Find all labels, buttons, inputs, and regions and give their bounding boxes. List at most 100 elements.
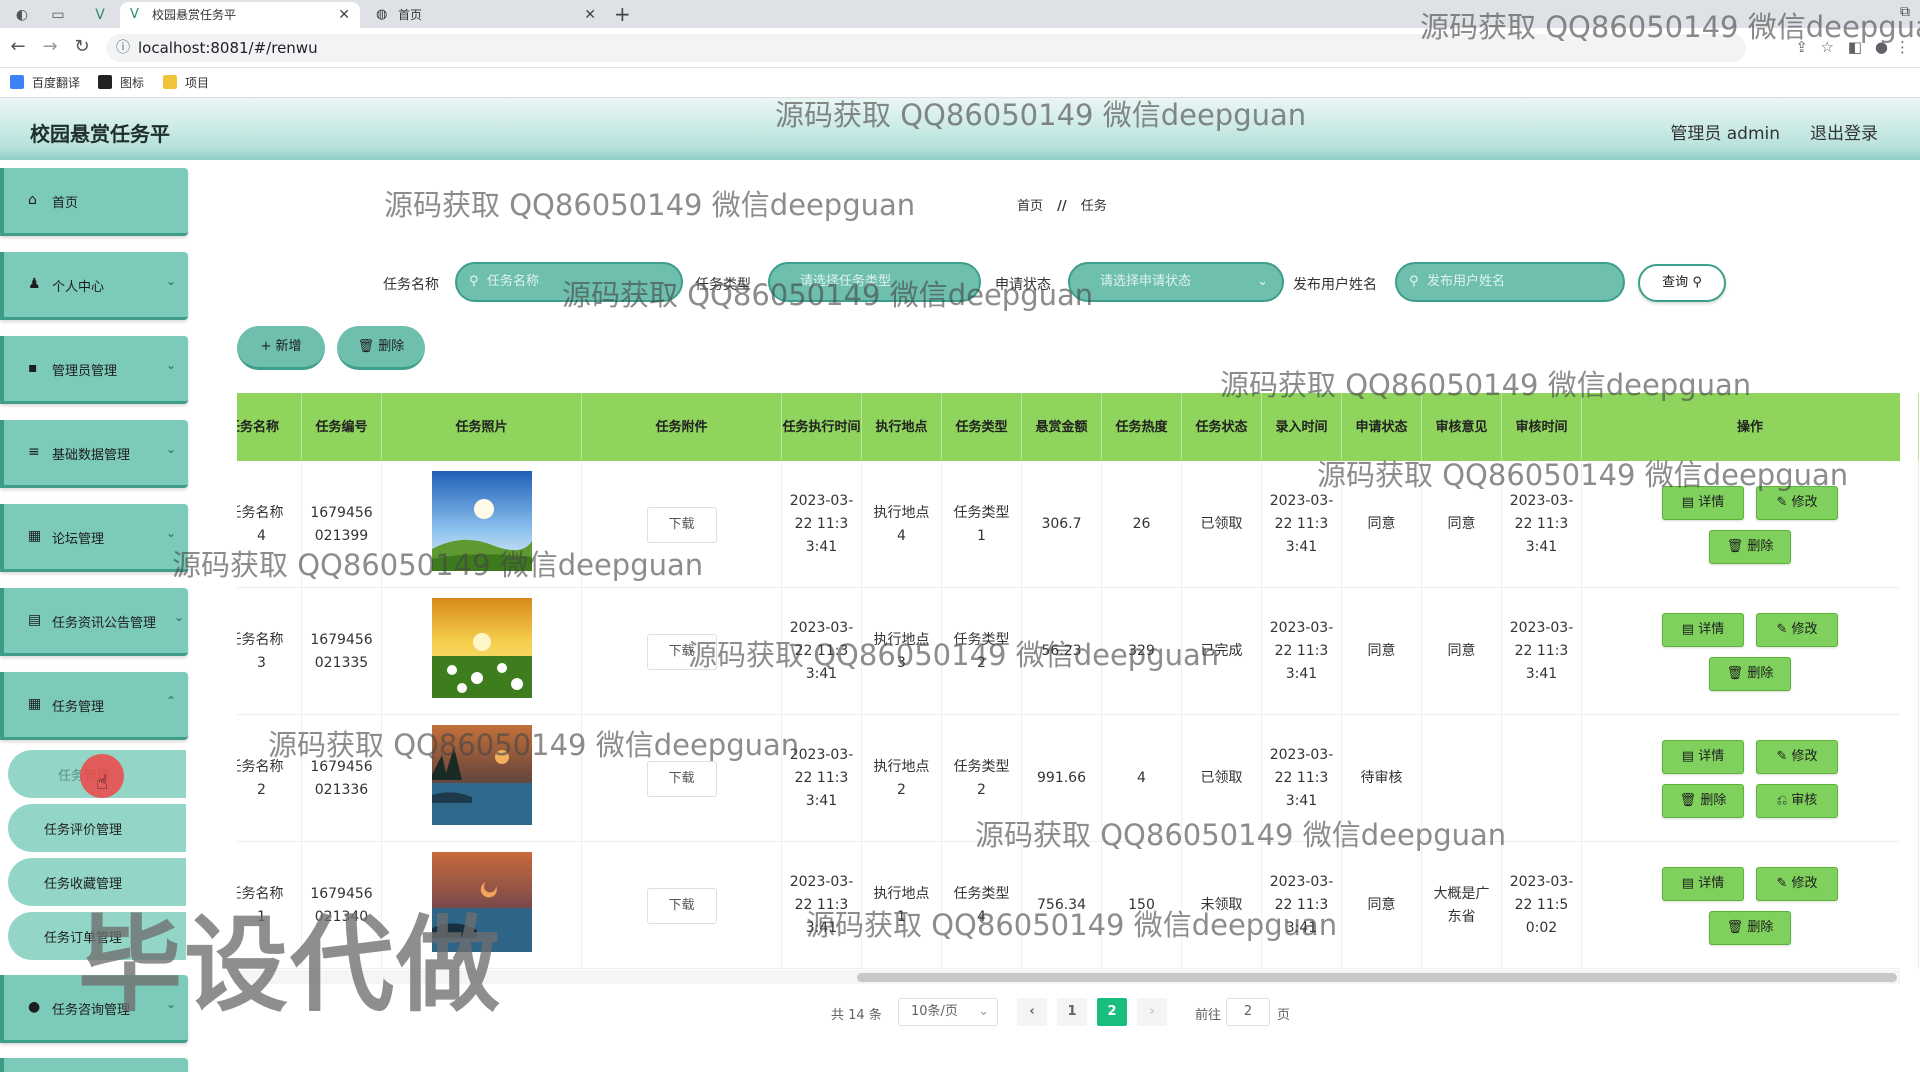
cell-apply-status-text: 同意 — [1367, 516, 1396, 532]
prev-page-button[interactable]: ‹ — [1017, 998, 1047, 1026]
cell-review-time — [1502, 715, 1582, 842]
bookmark-item[interactable]: 百度翻译 — [10, 74, 80, 92]
vue-tab-icon[interactable]: V — [88, 4, 112, 26]
cell-heat-text: 26 — [1132, 516, 1151, 532]
sidebar-item-tasks[interactable]: ▦ 任务管理 ⌃ — [0, 672, 188, 740]
detail-button[interactable]: ▤ 详情 — [1662, 739, 1744, 774]
edit-button[interactable]: ✎ 修改 — [1756, 612, 1838, 647]
logout-link[interactable]: 退出登录 — [1810, 119, 1878, 144]
next-page-button[interactable]: › — [1137, 998, 1167, 1026]
chevron-down-icon: ⌄ — [165, 358, 176, 372]
user-icon: ♟ — [28, 276, 41, 292]
cell-task-photo — [382, 588, 582, 715]
sidebar-item-home[interactable]: ⌂ 首页 — [0, 168, 188, 236]
column-header: 任务照片 — [382, 393, 582, 461]
edit-button[interactable]: ✎ 修改 — [1756, 866, 1838, 901]
add-button[interactable]: + 新增 — [237, 326, 325, 370]
cell-opinion: 同意 — [1422, 588, 1502, 715]
scrollbar-thumb[interactable] — [857, 973, 1897, 982]
edit-label: 修改 — [1791, 494, 1818, 510]
delete-button[interactable]: 🗑 删除 — [1709, 529, 1791, 564]
sidebar-item-forum[interactable]: ▦ 论坛管理 ⌄ — [0, 504, 188, 572]
cell-attachment: 下载 — [582, 842, 782, 969]
task-name-label: 任务名称 — [383, 277, 439, 293]
detail-icon: ▤ — [1681, 875, 1699, 891]
chat-icon: ▪ — [28, 360, 38, 376]
pin-icon: ● — [28, 999, 41, 1015]
bookmark-item[interactable]: 图标 — [98, 74, 144, 92]
search-icon: ⚲ — [469, 274, 479, 289]
folder-icon — [163, 75, 177, 89]
goto-page-input[interactable]: 2 — [1226, 998, 1270, 1026]
cell-exec-time-text: 2023-03-22 11:33:41 — [789, 493, 854, 555]
sidebar-sub-task-review[interactable]: 任务评价管理 — [8, 804, 186, 852]
app-title: 校园悬赏任务平 — [30, 122, 170, 146]
new-tab-icon[interactable]: + — [614, 2, 631, 26]
reload-icon[interactable]: ↻ — [70, 36, 94, 57]
watermark: 源码获取 QQ86050149 微信deepguan — [384, 188, 916, 222]
cell-amount-text: 991.66 — [1037, 770, 1086, 786]
globe-icon: ◍ — [376, 7, 388, 22]
publisher-name-input[interactable]: ⚲ 发布用户姓名 — [1395, 262, 1625, 302]
edit-label: 修改 — [1791, 748, 1818, 764]
page-2-button[interactable]: 2 — [1097, 998, 1127, 1026]
edit-button[interactable]: ✎ 修改 — [1756, 739, 1838, 774]
delete-button[interactable]: 🗑 删除 — [1709, 910, 1791, 945]
row-actions: ▤ 详情 ✎ 修改 🗑 删除 ⎌ 审核 — [1660, 739, 1840, 818]
bookmark-item[interactable]: 项目 — [163, 74, 209, 92]
tab-mini-1[interactable]: ▭ — [46, 4, 70, 26]
sidebar-item-more[interactable] — [0, 1058, 188, 1072]
row-actions: ▤ 详情 ✎ 修改 🗑 删除 — [1660, 866, 1840, 945]
column-header: 执行地点 — [862, 393, 942, 461]
query-button[interactable]: 查询 ⚲ — [1638, 264, 1726, 302]
close-icon[interactable]: ✕ — [338, 2, 350, 28]
page-size-select[interactable]: 10条/页 ⌄ — [898, 998, 998, 1026]
review-button[interactable]: ⎌ 审核 — [1756, 783, 1838, 818]
column-header: 任务执行时间 — [782, 393, 862, 461]
cell-exec-time: 2023-03-22 11:33:41 — [782, 461, 862, 588]
back-icon[interactable]: ← — [6, 36, 30, 57]
stamp-watermark: 毕设代做 — [78, 904, 503, 1026]
detail-button[interactable]: ▤ 详情 — [1662, 612, 1744, 647]
cell-task-code-text: 1679456021335 — [310, 631, 373, 671]
cell-task-name-text: 任务名称4 — [237, 504, 284, 544]
close-icon[interactable]: ✕ — [584, 2, 596, 28]
tab-app[interactable]: V 校园悬赏任务平 ✕ — [120, 2, 360, 28]
vue-favicon-icon: V — [130, 7, 139, 22]
batch-delete-button[interactable]: 🗑 删除 — [337, 326, 425, 370]
search-icon: ⚲ — [1692, 275, 1702, 290]
cell-task-name-text: 任务名称3 — [237, 631, 284, 671]
watermark: 源码获取 QQ86050149 微信deepguan — [1220, 368, 1752, 402]
apply-status-select[interactable]: 请选择申请状态 ⌄ — [1068, 262, 1284, 302]
tab-group-icon[interactable]: ◐ — [10, 4, 34, 26]
delete-button[interactable]: 🗑 删除 — [1662, 783, 1744, 818]
tab-home[interactable]: ◍ 首页 ✕ — [366, 2, 606, 28]
page-1-button[interactable]: 1 — [1057, 998, 1087, 1026]
edit-label: 修改 — [1791, 875, 1818, 891]
sidebar-item-basedata[interactable]: ≡ 基础数据管理 ⌄ — [0, 420, 188, 488]
info-icon: ⓘ — [116, 40, 130, 56]
cell-review-time: 2023-03-22 11:33:41 — [1502, 588, 1582, 715]
edit-icon: ✎ — [1776, 621, 1792, 637]
cell-type: 任务类型1 — [942, 461, 1022, 588]
grid-icon: ▦ — [28, 528, 42, 544]
review-icon: ⎌ — [1776, 792, 1792, 808]
cell-created-text: 2023-03-22 11:33:41 — [1269, 493, 1334, 555]
detail-button[interactable]: ▤ 详情 — [1662, 866, 1744, 901]
detail-label: 详情 — [1698, 875, 1725, 891]
task-photo-image[interactable] — [431, 597, 532, 706]
delete-button[interactable]: 🗑 删除 — [1709, 656, 1791, 691]
download-button[interactable]: 下载 — [646, 506, 717, 543]
forward-icon[interactable]: → — [38, 36, 62, 57]
grid-icon: ▦ — [28, 696, 42, 712]
sidebar-item-news[interactable]: ▤ 任务资讯公告管理 ⌄ — [0, 588, 188, 656]
detail-icon: ▤ — [1681, 621, 1699, 637]
download-button[interactable]: 下载 — [646, 760, 717, 797]
sidebar-item-personal[interactable]: ♟ 个人中心 ⌄ — [0, 252, 188, 320]
breadcrumb-home[interactable]: 首页 — [1017, 199, 1043, 214]
watermark: 源码获取 QQ86050149 微信deepguan — [688, 638, 1220, 672]
column-header: 任务附件 — [582, 393, 782, 461]
delete-icon: 🗑 — [1726, 919, 1748, 935]
download-button[interactable]: 下载 — [646, 887, 717, 924]
sidebar-item-admins[interactable]: ▪ 管理员管理 ⌄ — [0, 336, 188, 404]
